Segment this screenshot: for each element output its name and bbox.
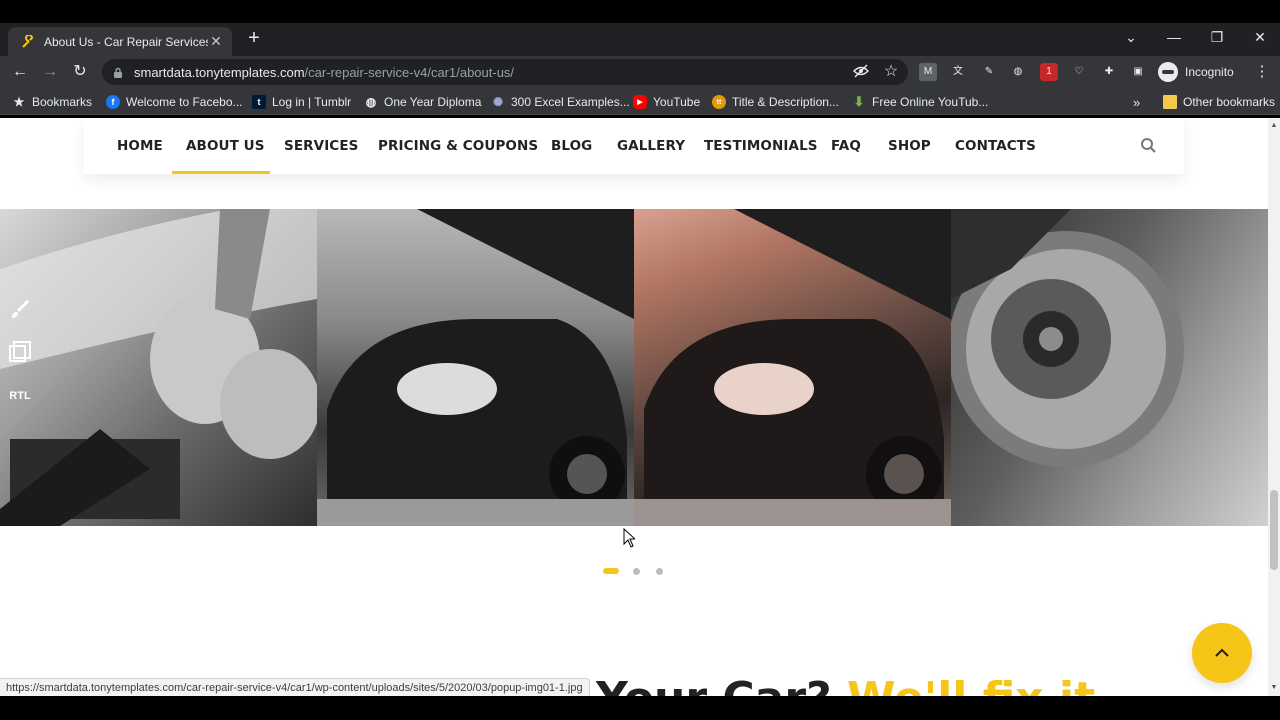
star-icon: ★ (13, 95, 25, 109)
tumblr-icon: t (252, 95, 266, 109)
nav-pricing-coupons[interactable]: PRICING & COUPONS (378, 138, 538, 154)
nav-contacts[interactable]: CONTACTS (955, 138, 1036, 154)
youtube-icon: ▶ (633, 95, 647, 109)
brush-icon[interactable] (6, 296, 34, 324)
bookmark-item[interactable]: ✺ 300 Excel Examples... (491, 93, 630, 111)
bookmark-item[interactable]: ⬇ Free Online YouTub... (852, 93, 989, 111)
bookmark-star-icon[interactable]: ☆ (882, 63, 900, 81)
search-icon[interactable] (1140, 137, 1158, 155)
browser-menu-button[interactable]: ⋮ (1252, 62, 1272, 82)
page-scrollbar[interactable]: ▲ ▼ (1268, 118, 1280, 696)
globe-extension-icon[interactable]: ◍ (1009, 63, 1027, 81)
bookmark-item[interactable]: t Log in | Tumblr (252, 93, 351, 111)
translate-extension-icon[interactable]: 文 (949, 63, 967, 81)
rtl-toggle[interactable]: RTL (6, 382, 34, 410)
carousel-dot-active[interactable] (603, 568, 619, 574)
mouse-cursor-icon (623, 528, 635, 548)
address-bar[interactable]: smartdata.tonytemplates.com /car-repair-… (102, 59, 908, 85)
back-button[interactable]: ← (10, 62, 30, 82)
gallery-image-engine-gloves[interactable] (0, 209, 317, 526)
incognito-icon (1158, 62, 1178, 82)
pen-extension-icon[interactable]: ✎ (980, 63, 998, 81)
profile-button[interactable]: Incognito (1158, 61, 1234, 83)
tab-search-button[interactable]: ⌄ (1111, 26, 1151, 48)
puzzle-extensions-icon[interactable]: ✚ (1100, 63, 1118, 81)
url-path: /car-repair-service-v4/car1/about-us/ (304, 64, 515, 80)
gallery-image-car-hood-bw[interactable] (317, 209, 634, 526)
gallery-image-car-hood-color[interactable] (634, 209, 951, 526)
chevron-up-icon (1215, 648, 1229, 657)
bookmark-item[interactable]: f Welcome to Facebo... (106, 93, 243, 111)
new-tab-button[interactable]: + (244, 28, 264, 48)
bookmark-item[interactable]: ★ Bookmarks (12, 93, 92, 111)
bookmark-item[interactable]: tt Title & Description... (712, 93, 839, 111)
download-icon: ⬇ (853, 94, 865, 109)
url-host: smartdata.tonytemplates.com (134, 64, 305, 80)
main-nav: HOME ABOUT US SERVICES PRICING & COUPONS… (84, 118, 1184, 174)
sidepanel-icon[interactable]: ▣ (1129, 63, 1147, 81)
globe-icon: ◍ (365, 95, 377, 109)
eye-off-icon[interactable] (852, 63, 870, 81)
restore-button[interactable]: ❐ (1197, 26, 1237, 48)
nav-gallery[interactable]: GALLERY (617, 138, 685, 154)
scrollbar-thumb[interactable] (1270, 490, 1278, 570)
nav-faq[interactable]: FAQ (831, 138, 861, 154)
lock-icon (112, 66, 124, 78)
facebook-icon: f (106, 95, 120, 109)
adblock-extension-icon[interactable]: 1 (1040, 63, 1058, 81)
gmail-extension-icon[interactable]: M (919, 63, 937, 81)
side-tools: RTL (0, 296, 40, 416)
gallery-image-brake-disc[interactable] (951, 209, 1268, 526)
nav-testimonials[interactable]: TESTIMONIALS (704, 138, 818, 154)
reload-button[interactable]: ↻ (70, 62, 90, 82)
browser-tab[interactable]: About Us - Car Repair Services ✕ (8, 27, 232, 56)
tab-close-icon[interactable]: ✕ (208, 33, 224, 50)
minimize-button[interactable]: — (1154, 26, 1194, 48)
tab-title: About Us - Car Repair Services (44, 34, 208, 49)
wrench-favicon-icon (20, 34, 36, 50)
heading-dark: Your Car? (596, 673, 832, 696)
carousel-dot[interactable] (633, 567, 640, 575)
screen-top-bar (0, 0, 1280, 23)
excel-icon: ✺ (492, 95, 504, 109)
active-nav-underline (172, 171, 270, 174)
nav-about-us[interactable]: ABOUT US (186, 138, 265, 154)
nav-blog[interactable]: BLOG (551, 138, 592, 154)
bookmark-item[interactable]: ▶ YouTube (633, 93, 700, 111)
nav-shop[interactable]: SHOP (888, 138, 931, 154)
carousel-dot[interactable] (656, 567, 663, 575)
forward-button[interactable]: → (40, 62, 60, 82)
nav-services[interactable]: SERVICES (284, 138, 358, 154)
profile-label: Incognito (1185, 65, 1234, 79)
screen-bottom-bar (0, 696, 1280, 720)
image-gallery (0, 209, 1268, 526)
scroll-down-arrow[interactable]: ▼ (1268, 682, 1280, 694)
shield-extension-icon[interactable]: ♡ (1070, 63, 1088, 81)
folder-icon (1163, 95, 1177, 109)
bookmark-item[interactable]: ◍ One Year Diploma (364, 93, 482, 111)
status-bar-url: https://smartdata.tonytemplates.com/car-… (0, 678, 590, 698)
close-window-button[interactable]: ✕ (1240, 26, 1280, 48)
bookmarks-overflow-button[interactable]: » (1133, 93, 1140, 111)
web-page: HOME ABOUT US SERVICES PRICING & COUPONS… (0, 118, 1268, 696)
tool-icon: tt (712, 95, 726, 109)
other-bookmarks[interactable]: Other bookmarks (1163, 93, 1275, 111)
back-to-top-button[interactable] (1192, 623, 1252, 683)
nav-home[interactable]: HOME (117, 138, 163, 154)
section-heading: Your Car? We'll fix it (596, 673, 1095, 696)
carousel-dots (603, 567, 679, 575)
scroll-up-arrow[interactable]: ▲ (1268, 120, 1280, 132)
heading-highlight: We'll fix it (847, 673, 1095, 696)
layers-icon[interactable] (6, 339, 34, 367)
